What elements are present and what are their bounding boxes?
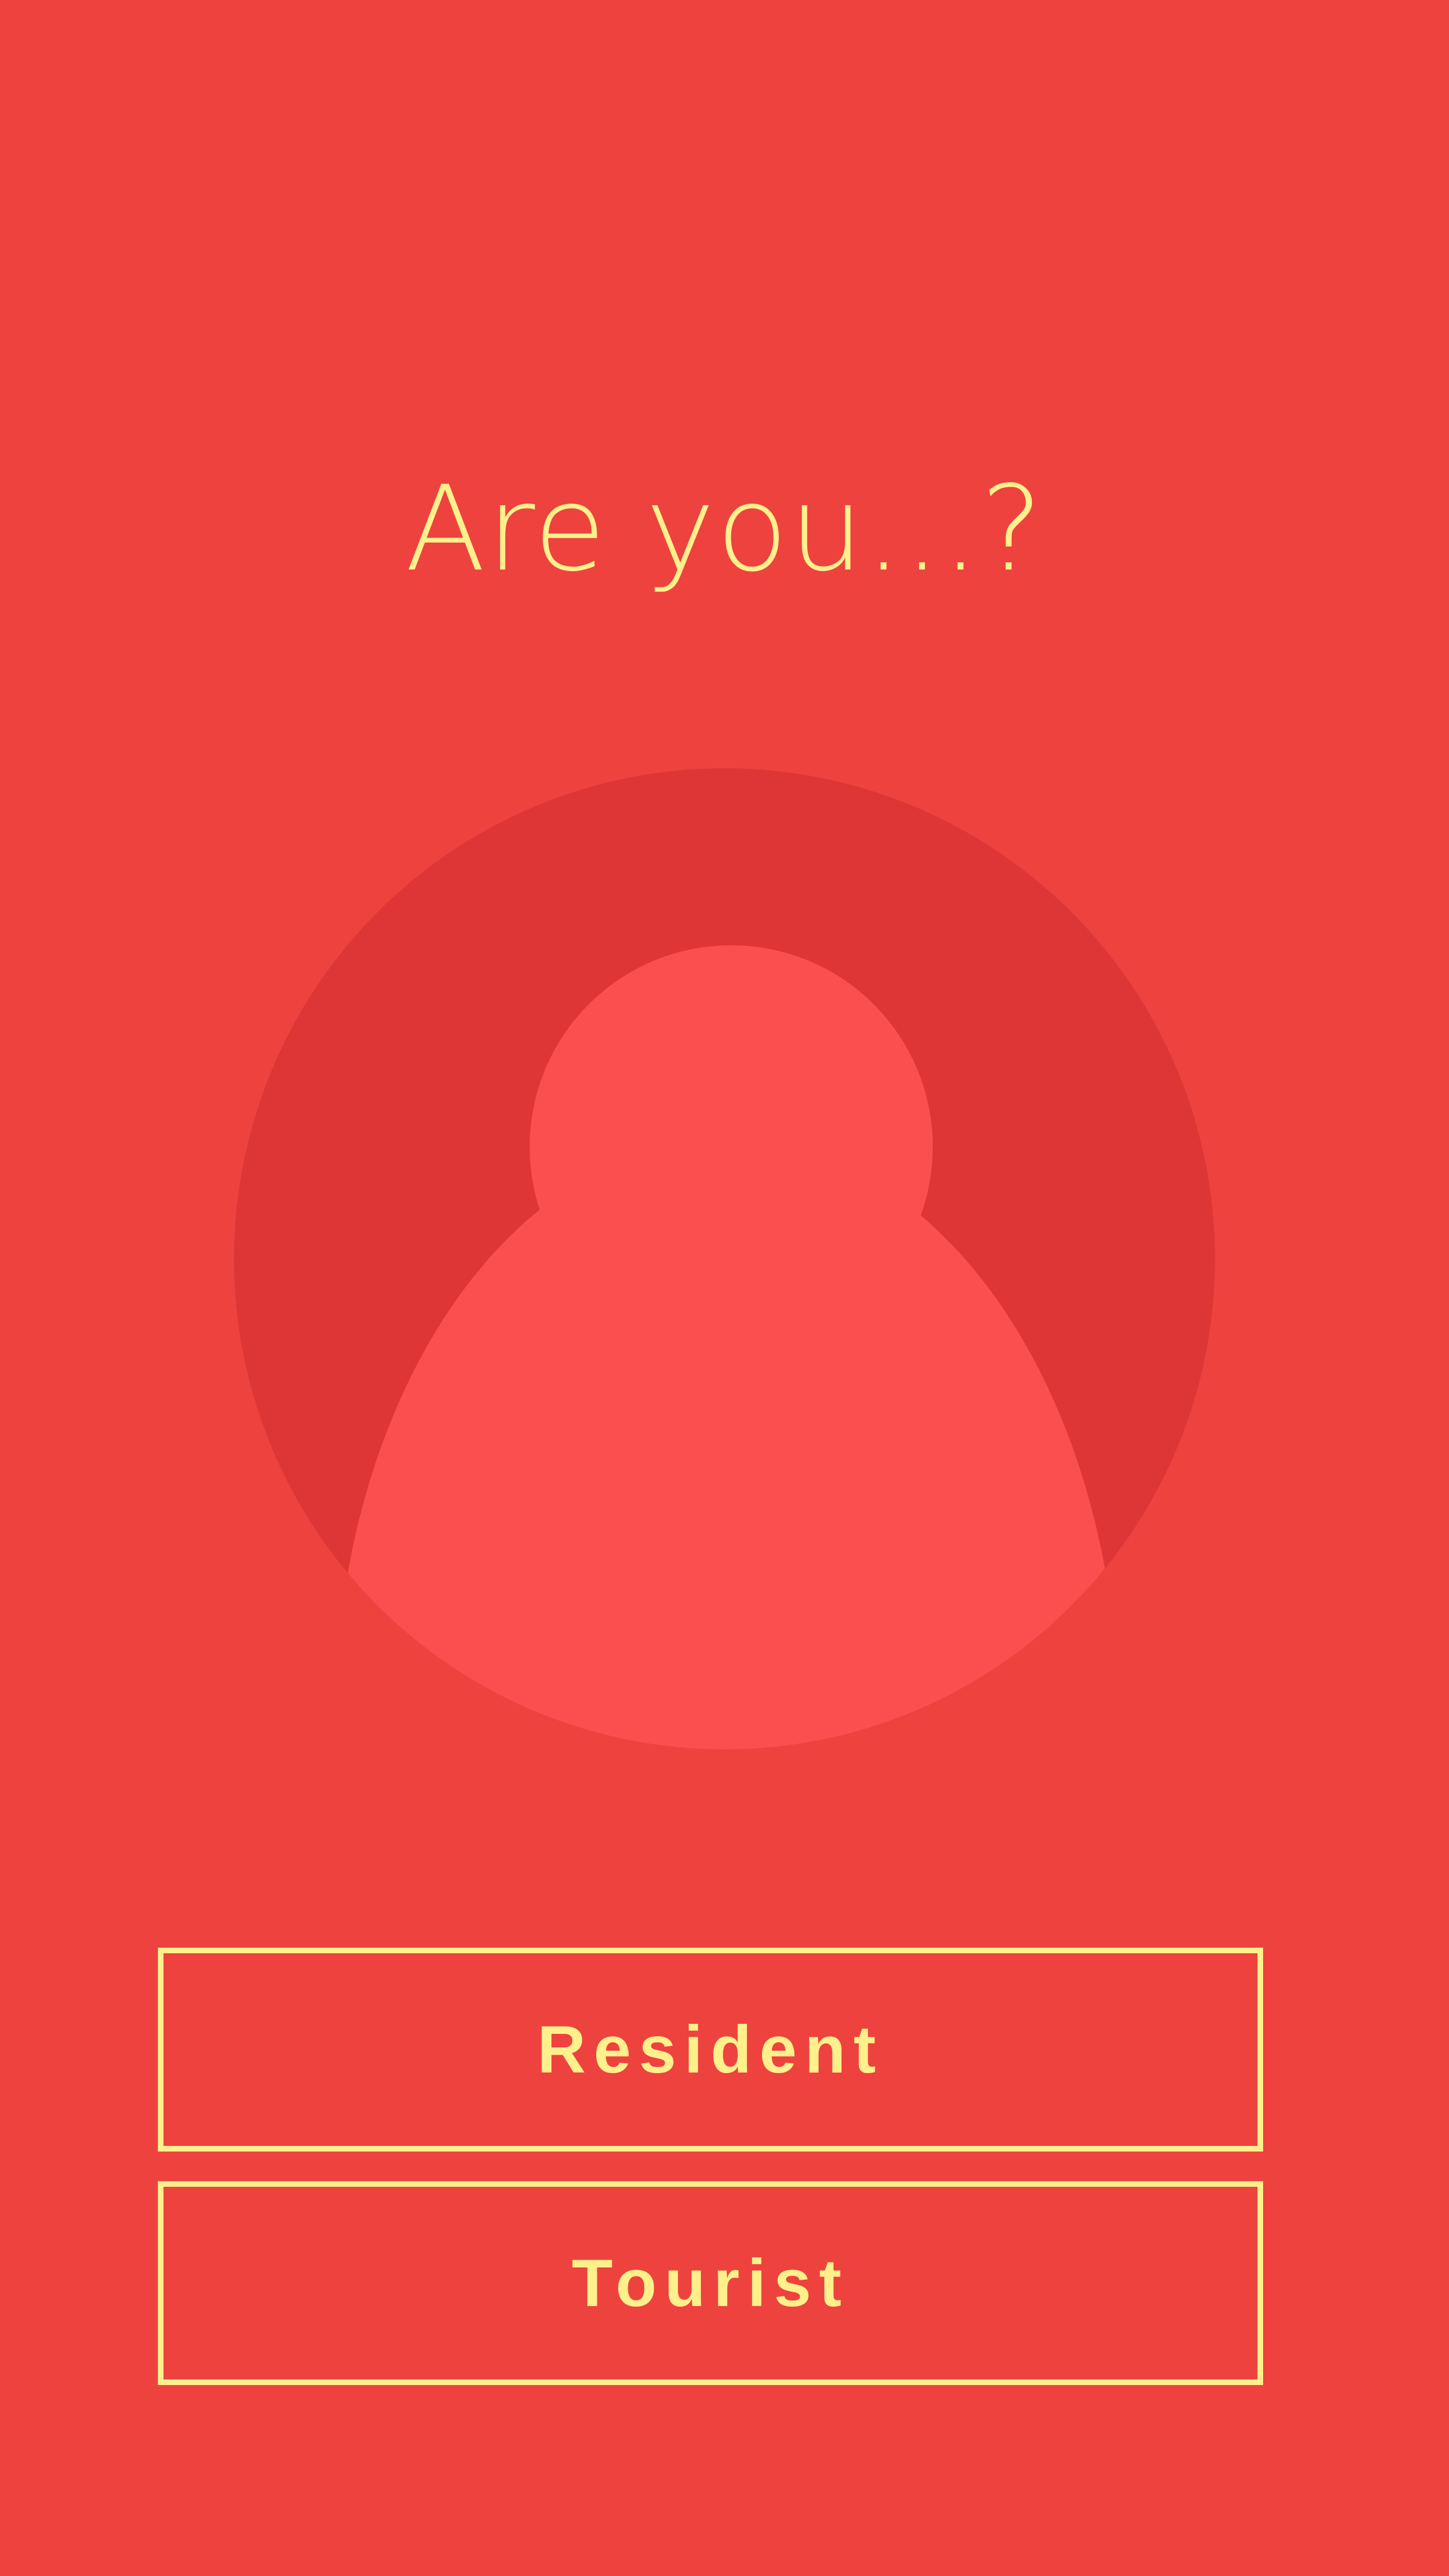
- person-silhouette-icon: [234, 768, 1215, 1749]
- avatar: [234, 768, 1215, 1749]
- tourist-button[interactable]: Tourist: [158, 2181, 1263, 2385]
- resident-button-label: Resident: [537, 2012, 884, 2087]
- role-selection-screen: Are you...? Resident Tourist: [0, 0, 1449, 2576]
- tourist-button-label: Tourist: [572, 2246, 849, 2321]
- resident-button[interactable]: Resident: [158, 1948, 1263, 2152]
- page-title: Are you...?: [405, 460, 1044, 598]
